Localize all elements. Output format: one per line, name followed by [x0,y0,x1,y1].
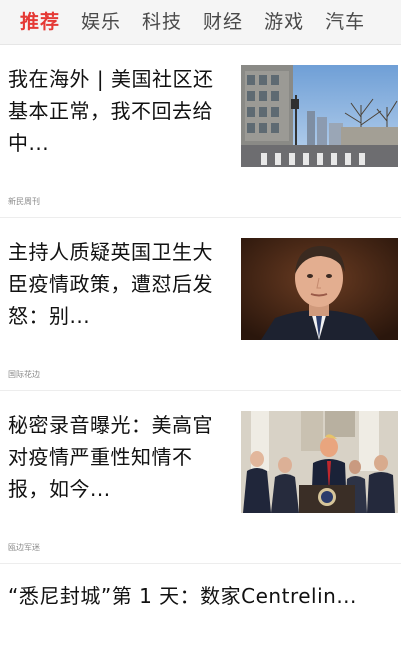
city-street-image [241,65,398,167]
tv-host-thumbnail[interactable] [241,238,398,340]
press-conference-thumbnail[interactable] [241,411,398,513]
category-tab-bar: 推荐 娱乐 科技 财经 游戏 汽车 [0,0,401,45]
news-title[interactable]: 主持人质疑英国卫生大臣疫情政策，遭怼后发怒：别... [8,236,230,332]
press-conference-image [241,411,398,513]
news-source: 国际花边 [8,370,40,379]
news-title[interactable]: 秘密录音曝光：美高官对疫情严重性知情不报，如今... [8,409,230,505]
news-item[interactable]: 主持人质疑英国卫生大臣疫情政策，遭怼后发怒：别... 国际花边 [0,218,401,391]
news-source: 瓯边军迷 [8,543,40,552]
news-source: 新民周刊 [8,197,40,206]
tv-host-portrait-image [241,238,398,340]
news-item[interactable]: 我在海外 | 美国社区还基本正常，我不回去给中... 新民周刊 [0,45,401,218]
tab-cars[interactable]: 汽车 [325,0,365,44]
tab-entertainment[interactable]: 娱乐 [81,0,121,44]
city-street-thumbnail[interactable] [241,65,398,167]
tab-technology[interactable]: 科技 [142,0,182,44]
news-item[interactable]: “悉尼封城”第 1 天：数家Centrelin... [0,564,401,652]
news-feed: 我在海外 | 美国社区还基本正常，我不回去给中... 新民周刊 主持人质疑英国卫… [0,45,401,652]
news-title[interactable]: 我在海外 | 美国社区还基本正常，我不回去给中... [8,63,230,159]
tab-games[interactable]: 游戏 [264,0,304,44]
tab-recommended[interactable]: 推荐 [20,0,60,44]
tab-finance[interactable]: 财经 [203,0,243,44]
news-title[interactable]: “悉尼封城”第 1 天：数家Centrelin... [8,580,388,612]
news-item[interactable]: 秘密录音曝光：美高官对疫情严重性知情不报，如今... 瓯边军迷 [0,391,401,564]
